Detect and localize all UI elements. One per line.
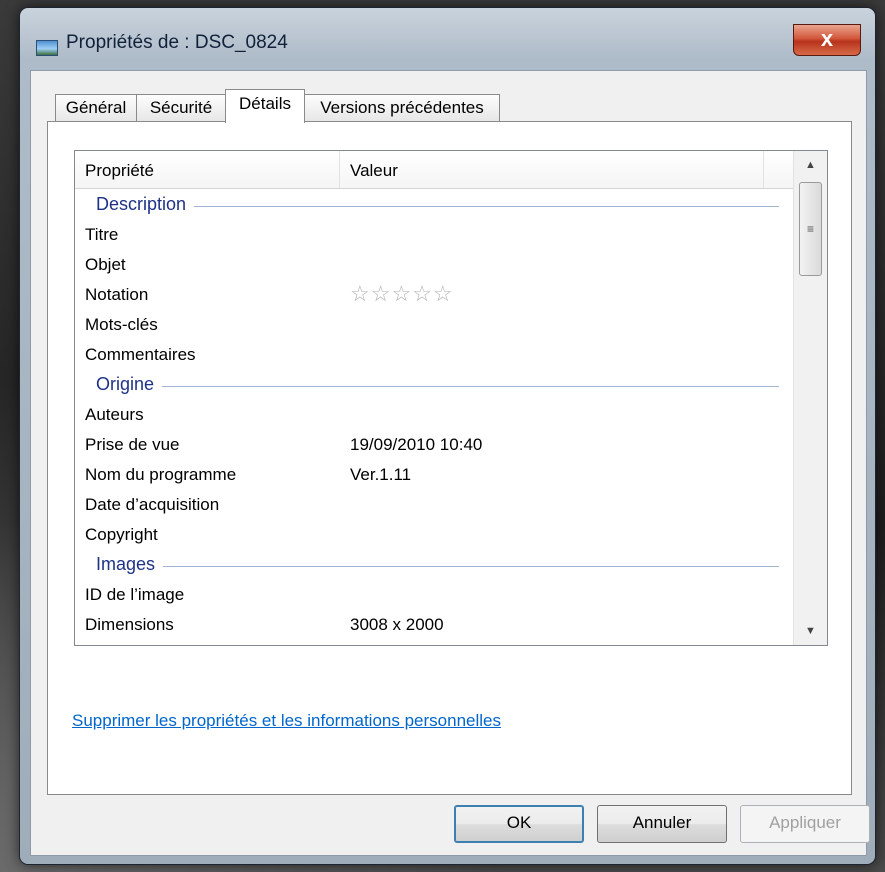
vertical-scrollbar[interactable]: ▲ ≡ ▼ <box>793 151 827 645</box>
apply-button[interactable]: Appliquer <box>740 805 870 843</box>
group-label: Origine <box>96 374 163 395</box>
properties-list[interactable]: Propriété Valeur Description Titre Objet… <box>74 150 828 646</box>
group-header-description: Description <box>75 189 793 219</box>
property-value[interactable]: 3008 x 2000 <box>350 615 444 635</box>
scroll-up-arrow-icon[interactable]: ▲ <box>794 151 827 179</box>
image-file-icon <box>36 40 58 56</box>
tab-versions-precedentes[interactable]: Versions précédentes <box>304 94 500 122</box>
ok-button[interactable]: OK <box>454 805 584 843</box>
property-name: Mots-clés <box>85 315 158 334</box>
group-header-images: Images <box>75 549 793 579</box>
property-value[interactable]: 19/09/2010 10:40 <box>350 435 482 455</box>
table-row[interactable]: Nom du programme Ver.1.11 <box>75 459 793 489</box>
property-name: ID de l’image <box>85 585 185 604</box>
property-name: Prise de vue <box>85 435 180 454</box>
list-header: Propriété Valeur <box>75 151 793 189</box>
property-name: Titre <box>85 225 119 244</box>
group-label: Description <box>96 194 195 215</box>
property-name: Objet <box>85 255 126 274</box>
column-header-value[interactable]: Valeur <box>350 161 398 181</box>
property-name: Nom du programme <box>85 465 237 484</box>
window-title: Propriétés de : DSC_0824 <box>66 32 288 53</box>
property-value[interactable]: Ver.1.11 <box>350 465 411 485</box>
table-row[interactable]: Copyright <box>75 519 793 549</box>
star-rating[interactable]: ☆☆☆☆☆ <box>350 281 454 307</box>
property-name: Date d’acquisition <box>85 495 220 514</box>
table-row[interactable]: Notation ☆☆☆☆☆ <box>75 279 793 309</box>
properties-dialog: Propriétés de : DSC_0824 x Général Sécur… <box>20 8 875 864</box>
column-header-property[interactable]: Propriété <box>85 161 154 181</box>
group-divider <box>96 386 779 387</box>
property-name: Commentaires <box>85 345 196 364</box>
group-divider <box>96 206 779 207</box>
list-rows: Description Titre Objet Notation ☆☆☆☆☆ M… <box>75 189 793 639</box>
table-row[interactable]: Dimensions 3008 x 2000 <box>75 609 793 639</box>
details-panel: Propriété Valeur Description Titre Objet… <box>47 121 852 795</box>
tab-general[interactable]: Général <box>55 94 137 122</box>
column-divider[interactable] <box>763 151 764 188</box>
table-row[interactable]: Date d’acquisition <box>75 489 793 519</box>
table-row[interactable]: Objet <box>75 249 793 279</box>
cancel-button[interactable]: Annuler <box>597 805 727 843</box>
close-button[interactable]: x <box>793 24 861 56</box>
table-row[interactable]: Commentaires <box>75 339 793 369</box>
dialog-client-area: Général Sécurité Détails Versions précéd… <box>30 70 870 856</box>
table-row[interactable]: ID de l’image <box>75 579 793 609</box>
column-divider[interactable] <box>339 151 340 188</box>
property-name: Copyright <box>85 525 158 544</box>
table-row[interactable]: Titre <box>75 219 793 249</box>
remove-properties-link[interactable]: Supprimer les propriétés et les informat… <box>72 711 501 731</box>
tab-details[interactable]: Détails <box>225 89 305 123</box>
property-name: Auteurs <box>85 405 144 424</box>
scroll-thumb[interactable]: ≡ <box>799 182 822 276</box>
property-name: Notation <box>85 285 149 304</box>
group-label: Images <box>96 554 164 575</box>
table-row[interactable]: Mots-clés <box>75 309 793 339</box>
scroll-down-arrow-icon[interactable]: ▼ <box>794 617 827 645</box>
table-row[interactable]: Auteurs <box>75 399 793 429</box>
group-header-origine: Origine <box>75 369 793 399</box>
group-divider <box>96 566 779 567</box>
property-name: Dimensions <box>85 615 174 634</box>
title-bar[interactable]: Propriétés de : DSC_0824 x <box>20 8 875 70</box>
tab-securite[interactable]: Sécurité <box>136 94 226 122</box>
table-row[interactable]: Prise de vue 19/09/2010 10:40 <box>75 429 793 459</box>
